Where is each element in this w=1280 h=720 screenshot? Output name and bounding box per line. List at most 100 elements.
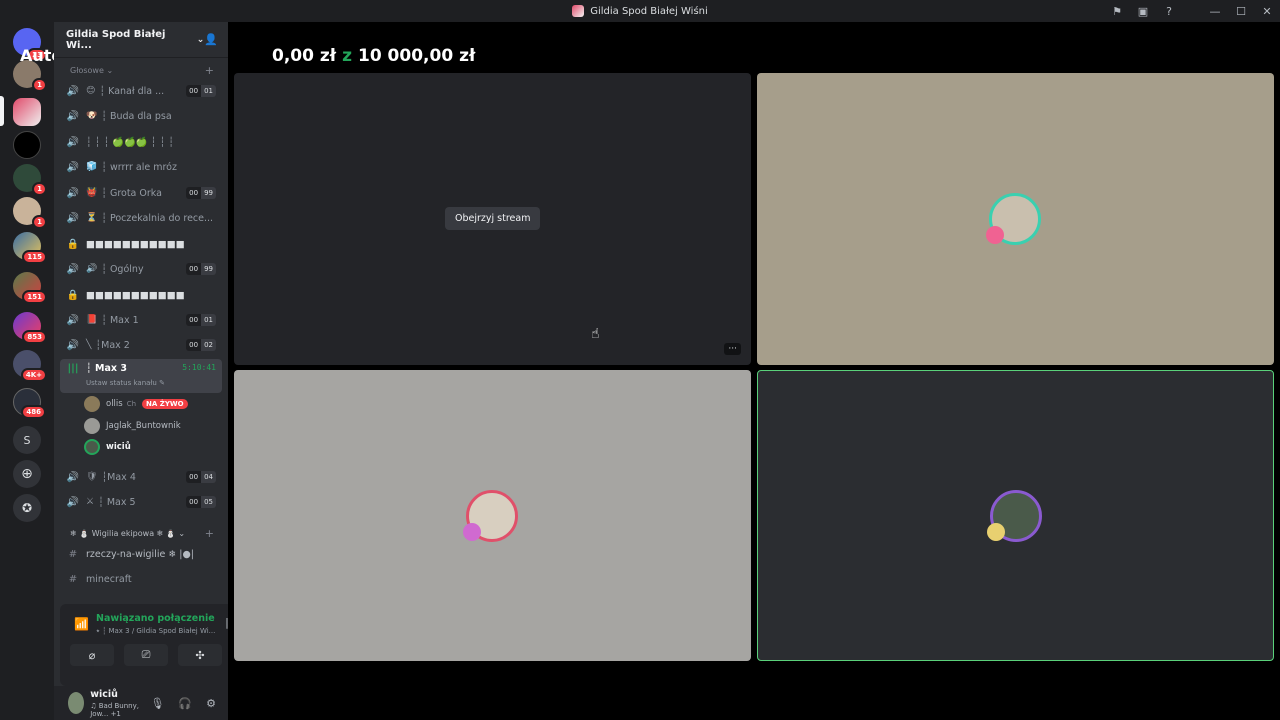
close-button[interactable]: ✕ [1254, 0, 1280, 22]
text-channel[interactable]: # rzeczy-na-wigilie ❄ |●| [60, 543, 222, 565]
connection-location[interactable]: ⭑ ┆ Max 3 / Gildia Spod Białej Wi... [96, 627, 215, 636]
add-server-icon[interactable]: ⊕ [13, 460, 41, 488]
speaker-icon: 🔊 [66, 263, 80, 275]
speaker-lock-icon: 🔊 [66, 187, 80, 199]
server-icon[interactable]: 151 [13, 272, 47, 304]
notification-badge: 486 [21, 405, 46, 419]
channel-emoji: 🛡 [86, 472, 98, 482]
participant-tile[interactable] [234, 370, 751, 661]
watch-stream-button[interactable]: Obejrzyj stream [445, 207, 541, 230]
server-icon[interactable]: 853 [13, 312, 47, 344]
participant-tile-speaking[interactable] [757, 370, 1274, 661]
text-channel[interactable]: # minecraft [60, 568, 222, 590]
settings-gear-icon[interactable]: ⚙ [206, 697, 216, 710]
voice-channel[interactable]: 🔊 ╲ ┆Max 2 00 02 [60, 334, 222, 356]
server-icon[interactable]: S [13, 426, 41, 454]
locked-channel[interactable]: 🔒 ■■■■■■■■■■■ [60, 284, 222, 306]
screen-share-button[interactable]: ⎚ [124, 644, 168, 666]
server-icon[interactable]: 1 [13, 197, 47, 229]
avatar [84, 396, 100, 412]
channel-name: ┆ Max 3 [86, 363, 127, 374]
voice-channel[interactable]: 🔊 ┆ ┆ ┆ 🍏🍏🍏 ┆ ┆ ┆ [60, 131, 222, 153]
notification-badge: 853 [22, 330, 47, 344]
channel-name: ┆ Ogólny [101, 263, 144, 275]
voice-member[interactable]: ollis Ch NA ŻYWO [84, 394, 188, 414]
user-activity: ♫ Bad Bunny, Jow... +1 [90, 701, 139, 718]
notification-badge: 1 [32, 215, 47, 229]
user-count: 00 99 [186, 187, 216, 199]
server-icon[interactable]: 486 [13, 388, 46, 419]
voice-member[interactable]: wiciů [84, 437, 131, 457]
channel-emoji: 🐶 [86, 111, 98, 121]
speaker-icon: 🔊 [66, 496, 80, 508]
guild-header[interactable]: Gildia Spod Białej Wi... ⌄ 👤 [54, 22, 228, 58]
voice-channel[interactable]: 🔊 ⏳ ┆ Poczekalnia do rece... [60, 207, 222, 229]
speaker-icon: 🔊 [66, 314, 80, 326]
screen-share-icon[interactable]: ▣ [1130, 0, 1156, 22]
more-options-button[interactable]: ··· [724, 343, 741, 355]
set-channel-status[interactable]: Ustaw status kanału ✎ [86, 379, 165, 387]
server-icon[interactable]: 4K+ [13, 350, 47, 382]
channel-name: ┆Max 2 [95, 339, 130, 351]
user-count: 00 99 [186, 263, 216, 275]
speaker-icon: 🔊 [66, 212, 80, 224]
member-name: wiciů [106, 442, 131, 452]
add-channel-icon[interactable]: + [205, 527, 214, 540]
explore-icon[interactable]: ✪ [13, 494, 41, 522]
channel-name: ┆ Poczekalnia do rece... [101, 212, 214, 224]
voice-member[interactable]: Jaglak_Buntownik [84, 416, 181, 436]
call-timer: 5:10:41 [182, 363, 216, 372]
camera-off-button[interactable]: ⌀ [70, 644, 114, 666]
microphone-icon[interactable]: 🎙 [150, 697, 164, 710]
member-activity: Ch [126, 400, 137, 408]
category-wigilia[interactable]: ❄ ⛄ Wigilia ekipowa ❄ ⛄ ⌄ [70, 529, 185, 538]
notification-badge: 4K+ [20, 368, 47, 382]
server-icon[interactable]: 1 [13, 164, 47, 196]
server-icon[interactable] [13, 131, 41, 159]
flag-icon[interactable]: ⚑ [1104, 0, 1130, 22]
voice-channel[interactable]: 🔊 🛡 ┆Max 4 00 04 [60, 466, 222, 488]
add-channel-icon[interactable]: + [205, 64, 214, 77]
headphones-icon[interactable]: 🎧 [178, 697, 192, 710]
voice-channel[interactable]: 🔊 🔊 ┆ Ogólny 00 99 [60, 258, 222, 280]
channel-name: ┆ Max 5 [98, 496, 136, 508]
help-icon[interactable]: ? [1156, 0, 1182, 22]
connection-status[interactable]: Nawiązano połączenie [96, 613, 215, 624]
minimize-button[interactable]: — [1202, 0, 1228, 22]
window-title: Gildia Spod Białej Wiśni [590, 5, 708, 17]
username: wiciů [90, 688, 118, 700]
server-icon[interactable]: 115 [13, 232, 47, 264]
server-icon[interactable] [13, 98, 41, 126]
category-label: Wigilia ekipowa [91, 529, 155, 538]
voice-channel[interactable]: 🔊 😊 ┆ Kanał dla ... 00 01 [60, 80, 222, 102]
music-icon: ♫ [90, 701, 97, 710]
voice-channel[interactable]: 🔊 🐶 ┆ Buda dla psa [60, 105, 222, 127]
speaker-lock-icon: 🔊 [66, 136, 80, 148]
channel-name: ┆ Buda dla psa [101, 110, 172, 122]
invite-icon[interactable]: 👤 [204, 33, 218, 46]
notification-badge: 1 [32, 78, 47, 92]
channel-name: ┆ Max 1 [101, 314, 139, 326]
participant-avatar [987, 490, 1042, 542]
voice-channel[interactable]: 🔊 👹 ┆ Grota Orka 00 99 [60, 182, 222, 204]
voice-channel[interactable]: 🔊 ⚔ ┆ Max 5 00 05 [60, 491, 222, 513]
category-voice[interactable]: Głosowe ⌄ [70, 66, 113, 75]
server-rail: 23 1 1 1 115 151 853 4K+ 486 S ⊕ ✪ [0, 22, 54, 720]
notification-badge: 115 [22, 250, 47, 264]
activities-button[interactable]: ✣ [178, 644, 222, 666]
voice-channel[interactable]: 🔊 📕 ┆ Max 1 00 01 [60, 309, 222, 331]
speaker-icon: 🔊 [66, 110, 80, 122]
participant-tile[interactable] [757, 73, 1274, 365]
money-overlay: 0,00 zł z 10 000,00 zł [272, 46, 475, 66]
channel-emoji: ⚔ [86, 497, 95, 507]
channel-emoji: 👹 [86, 188, 98, 198]
avatar [84, 439, 100, 455]
avatar[interactable] [68, 692, 85, 714]
stream-tile[interactable]: Obejrzyj stream ··· [234, 73, 751, 365]
active-voice-channel[interactable]: ||| ┆ Max 3 5:10:41 Ustaw status kanału … [60, 359, 222, 393]
locked-channel[interactable]: 🔒 ■■■■■■■■■■■ [60, 233, 222, 255]
voice-channel[interactable]: 🔊 🧊 ┆ wrrrr ale mróz [60, 156, 222, 178]
maximize-button[interactable]: ☐ [1228, 0, 1254, 22]
avatar-decoration [463, 523, 481, 541]
channel-name: rzeczy-na-wigilie ❄ |●| [86, 548, 194, 560]
